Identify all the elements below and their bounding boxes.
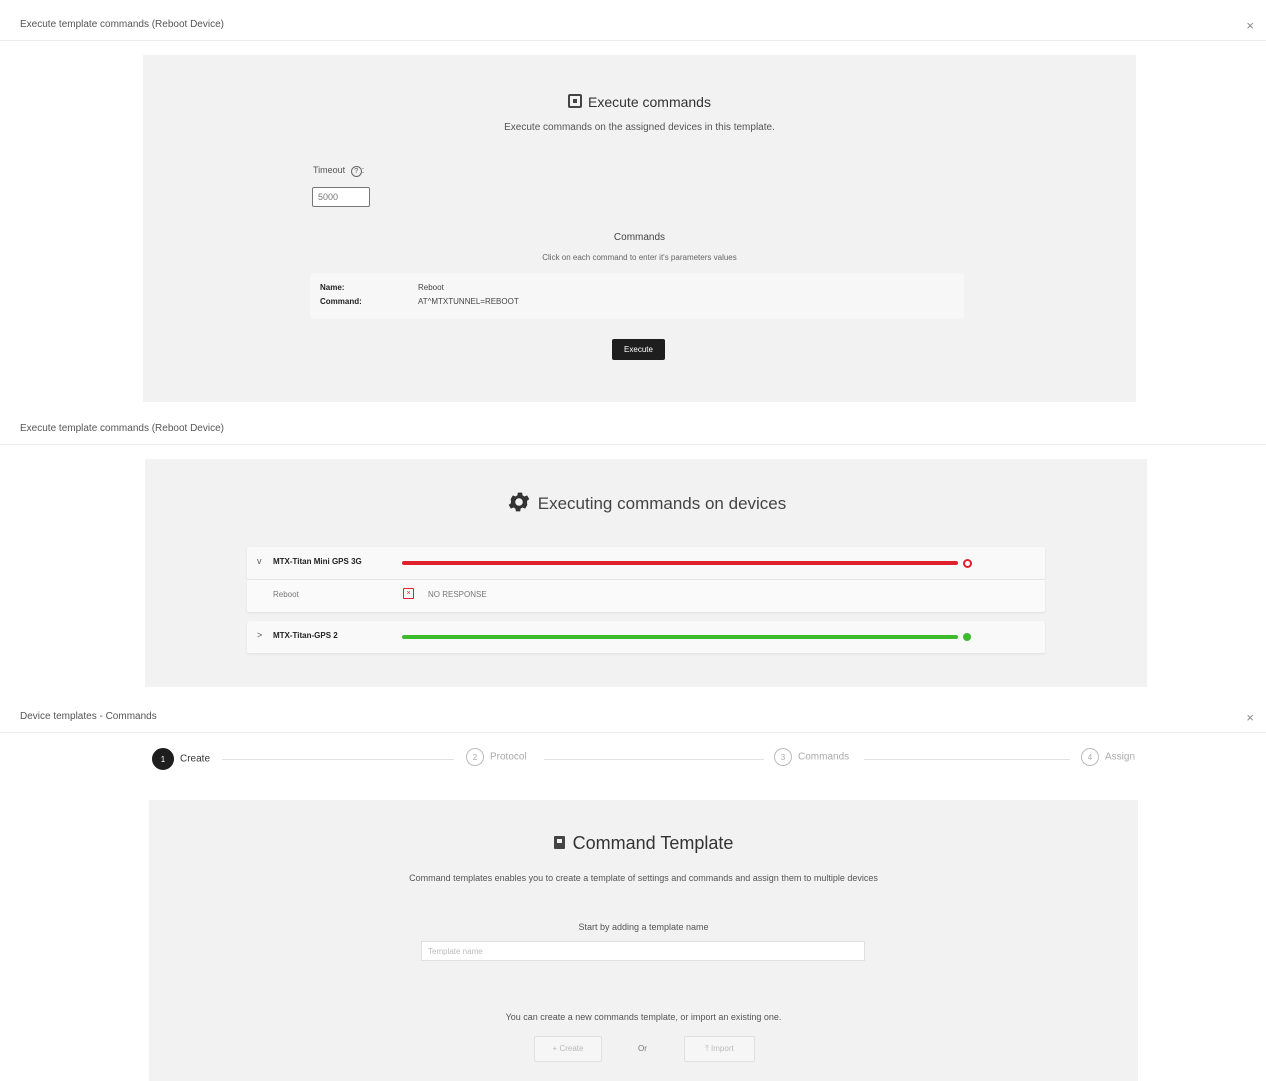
commands-title: Commands [613,232,666,243]
step-create[interactable]: 1 Create [152,748,210,770]
close-icon[interactable]: × [1246,710,1254,725]
step-connector [544,759,764,760]
step-label: Commands [798,751,850,763]
executing-heading: Executing commands on devices [145,489,1147,515]
step-number: 4 [1081,748,1099,766]
execute-subheading: Execute commands on the assigned devices… [504,122,775,133]
progress-bar-success [402,635,958,639]
create-or-import-info: You can create a new commands template, … [505,1012,782,1022]
close-icon[interactable]: × [1246,18,1254,33]
device-row[interactable]: > MTX-Titan-GPS 2 [247,621,1045,653]
command-card-reboot[interactable]: Name: Reboot Command: AT^MTXTUNNEL=REBOO… [310,273,964,319]
template-name-input[interactable] [421,941,865,961]
command-name-value: Reboot [418,283,444,292]
executing-content: Executing commands on devices v MTX-Tita… [145,459,1147,687]
step-number: 2 [466,748,484,766]
help-icon[interactable]: ? [350,166,362,177]
timeout-input[interactable] [312,187,370,207]
executing-commands-dialog: Execute template commands (Reboot Device… [0,412,1266,692]
success-status-icon [963,633,971,641]
device-name: MTX-Titan-GPS 2 [273,631,338,640]
command-cmd-value: AT^MTXTUNNEL=REBOOT [418,297,519,306]
dialog-titlebar: Execute template commands (Reboot Device… [0,8,1266,41]
command-result-row: Reboot × NO RESPONSE [247,580,1045,612]
command-result-status: NO RESPONSE [428,590,487,599]
template-subheading: Command templates enables you to create … [409,873,878,883]
step-commands[interactable]: 3 Commands [774,748,849,766]
step-assign[interactable]: 4 Assign [1081,748,1135,766]
execute-heading-text: Execute commands [588,94,711,110]
step-connector [222,759,454,760]
execute-button[interactable]: Execute [612,339,665,360]
executing-heading-text: Executing commands on devices [537,494,787,513]
dialog-title: Device templates - Commands [20,711,157,722]
chevron-down-icon[interactable]: v [257,556,262,566]
step-number: 3 [774,748,792,766]
error-status-icon [963,559,972,568]
terminal-icon [568,94,583,108]
device-name: MTX-Titan Mini GPS 3G [273,557,362,566]
chevron-right-icon[interactable]: > [257,630,262,640]
command-cmd-key: Command: [320,297,362,306]
command-template-content: Command Template Command templates enabl… [149,800,1138,1081]
device-templates-dialog: Device templates - Commands × 1 Create 2P… [0,700,1266,1081]
or-label: Or [638,1044,647,1053]
gear-icon [508,492,530,512]
timeout-label: Timeout ?: [313,165,365,177]
error-icon: × [403,588,414,599]
template-heading-text: Command Template [572,833,734,853]
step-label: Create [180,753,211,765]
commands-hint: Click on each command to enter it's para… [542,253,737,262]
dialog-titlebar: Device templates - Commands × [0,700,1266,733]
create-button[interactable]: + Create [534,1036,602,1062]
step-label: Assign [1105,751,1136,763]
timeout-label-text: Timeout [313,165,346,175]
device-row[interactable]: v MTX-Titan Mini GPS 3G [247,547,1045,579]
dialog-title: Execute template commands (Reboot Device… [20,19,224,30]
dialog-title: Execute template commands (Reboot Device… [20,423,224,434]
step-number: 1 [152,748,174,770]
import-button[interactable]: ⤒ Import [684,1036,755,1062]
template-name-label: Start by adding a template name [578,922,709,932]
step-connector [864,759,1070,760]
dialog-titlebar: Execute template commands (Reboot Device… [0,412,1266,445]
step-protocol[interactable]: 2 Protocol [466,748,527,766]
execute-commands-dialog: Execute template commands (Reboot Device… [0,8,1266,404]
book-icon [553,836,565,849]
progress-bar-error [402,561,958,565]
command-name-key: Name: [320,283,345,292]
execute-heading: Execute commands [143,94,1136,110]
template-heading: Command Template [149,833,1138,854]
step-label: Protocol [490,751,527,763]
command-result-name: Reboot [273,590,299,599]
execute-commands-content: Execute commands Execute commands on the… [143,55,1136,402]
